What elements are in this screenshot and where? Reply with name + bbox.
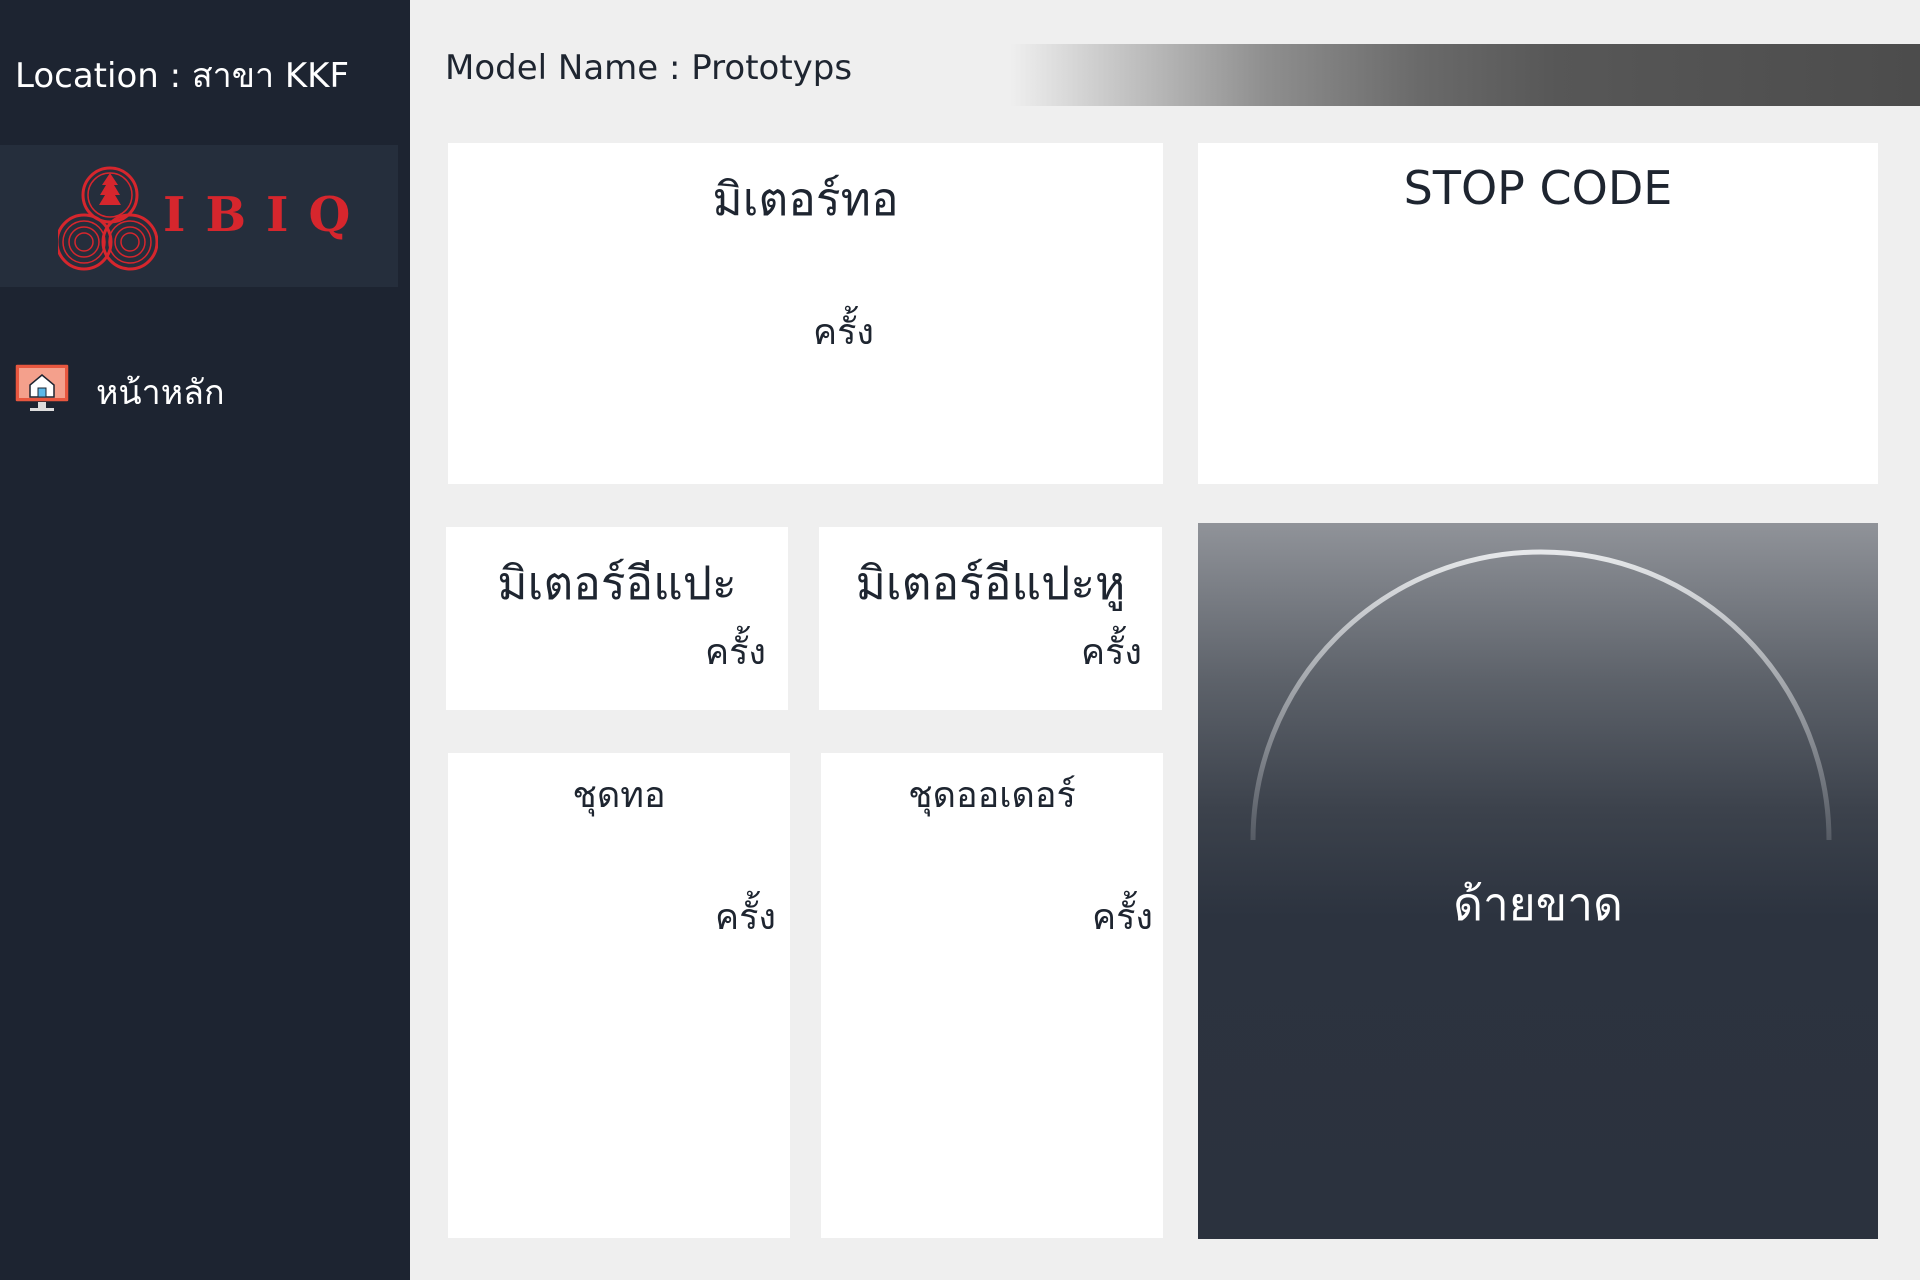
- card-title: ชุดออเดอร์: [908, 775, 1076, 816]
- logo-icon: [58, 166, 158, 271]
- logo-text: IBIQ: [163, 187, 371, 243]
- location-label: Location : สาขา KKF: [15, 56, 350, 96]
- thread-break-gauge-panel: ด้ายขาด: [1198, 523, 1878, 1239]
- home-monitor-icon: [14, 363, 70, 411]
- meter-a-card: มิเตอร์อีแปะ ครั้ง: [446, 527, 788, 710]
- gauge-label: ด้ายขาด: [1453, 877, 1623, 931]
- card-title: มิเตอร์อีแปะหู: [855, 556, 1126, 610]
- sidebar-item-label: หน้าหลัก: [96, 373, 225, 413]
- card-unit: ครั้ง: [705, 632, 766, 673]
- sidebar-item-home[interactable]: หน้าหลัก: [14, 360, 394, 414]
- card-unit: ครั้ง: [813, 312, 874, 353]
- logo-box: IBIQ: [0, 145, 398, 287]
- card-unit: ครั้ง: [1092, 897, 1153, 938]
- card-title: ชุดทอ: [572, 775, 666, 816]
- set-order-card: ชุดออเดอร์ ครั้ง: [821, 753, 1163, 1238]
- sidebar: Location : สาขา KKF IBIQ หน้าหลัก: [0, 0, 410, 1280]
- card-title: มิเตอร์ทอ: [712, 172, 899, 226]
- card-unit: ครั้ง: [1081, 632, 1142, 673]
- set-pipe-card: ชุดทอ ครั้ง: [448, 753, 790, 1238]
- model-name-label: Model Name : Prototyps: [445, 48, 853, 88]
- header-gradient-bar: [1010, 44, 1920, 106]
- card-title: STOP CODE: [1403, 161, 1673, 215]
- meter-b-card: มิเตอร์อีแปะหู ครั้ง: [819, 527, 1162, 710]
- card-title: มิเตอร์อีแปะ: [497, 556, 737, 610]
- card-unit: ครั้ง: [715, 897, 776, 938]
- meter-pipe-card: มิเตอร์ทอ ครั้ง: [448, 143, 1163, 484]
- stop-code-card: STOP CODE: [1198, 143, 1878, 484]
